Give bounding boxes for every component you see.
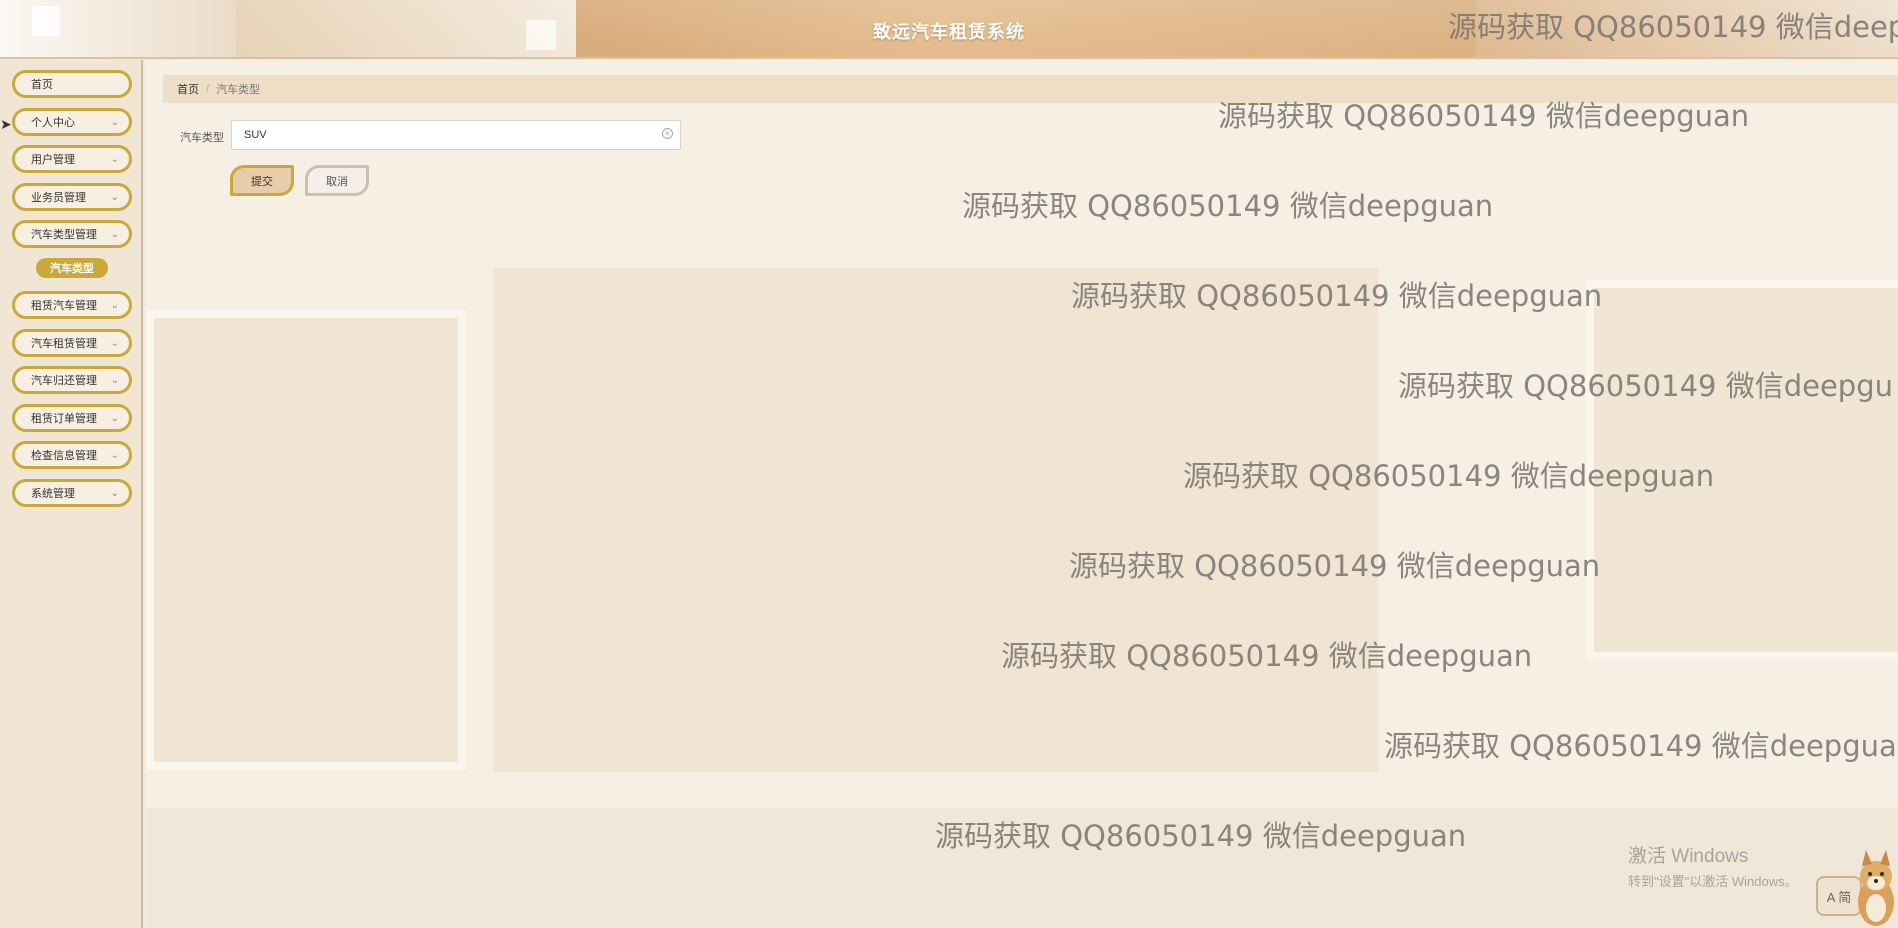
activation-title: 激活 Windows [1628, 846, 1749, 867]
breadcrumb-home[interactable]: 首页 [177, 81, 199, 97]
watermark-text: 源码获取 QQ86050149 微信deep [1448, 10, 1898, 44]
watermark-text: 源码获取 QQ86050149 微信deepgu [1398, 369, 1893, 403]
sidebar-subitem-car-type[interactable]: 汽车类型 [36, 258, 108, 278]
car-type-field-label: 汽车类型 [180, 132, 224, 144]
sidebar-item-label: 租赁汽车管理 [31, 300, 97, 312]
sidebar-item-label: 汽车类型管理 [31, 229, 97, 241]
submit-button[interactable]: 提交 [230, 165, 294, 196]
chevron-down-icon: ⌄ [110, 154, 119, 165]
watermark-text: 源码获取 QQ86050149 微信deepguan [1071, 279, 1603, 313]
watermark-text: 源码获取 QQ86050149 微信deepguan [935, 819, 1467, 853]
watermark-text: 源码获取 QQ86050149 微信deepguan [1218, 99, 1750, 133]
sidebar-item-label: 检查信息管理 [31, 450, 97, 462]
chevron-down-icon: ⌄ [110, 375, 119, 386]
car-type-input[interactable]: SUV × [231, 120, 681, 150]
sidebar-item-car-type-management[interactable]: 汽车类型管理 ⌄ [12, 220, 132, 248]
chevron-down-icon: ⌄ [110, 488, 119, 499]
sidebar-item-car-rental-management[interactable]: 汽车租赁管理 ⌄ [12, 329, 132, 357]
sidebar-item-label: 个人中心 [31, 117, 75, 129]
watermark-text: 源码获取 QQ86050149 微信deepguan [1183, 459, 1715, 493]
chevron-down-icon: ⌄ [110, 413, 119, 424]
sidebar-item-salespeople[interactable]: 业务员管理 ⌄ [12, 183, 132, 211]
mouse-cursor-icon: ➤ [0, 116, 12, 132]
breadcrumb-current: 汽车类型 [216, 84, 261, 96]
background-decoration [486, 260, 1386, 780]
sidebar-item-home[interactable]: 首页 [12, 70, 132, 98]
sidebar-item-label: 用户管理 [31, 154, 75, 166]
chevron-down-icon: ⌄ [110, 192, 119, 203]
sidebar-item-inspection-management[interactable]: 检查信息管理 ⌄ [12, 441, 132, 469]
sidebar-item-rental-order-management[interactable]: 租赁订单管理 ⌄ [12, 404, 132, 432]
watermark-text: 源码获取 QQ86050149 微信deepguan [962, 189, 1494, 223]
windows-activation-notice: 激活 Windows 转到"设置"以激活 Windows。 [1628, 841, 1798, 890]
sidebar-item-label: 业务员管理 [31, 192, 86, 204]
sidebar-item-system-management[interactable]: 系统管理 ⌄ [12, 479, 132, 507]
sidebar-item-label: 汽车租赁管理 [31, 338, 97, 350]
sidebar-item-label: 系统管理 [31, 488, 75, 500]
watermark-text: 源码获取 QQ86050149 微信deepguan [1069, 549, 1601, 583]
dog-mascot-icon [1858, 850, 1894, 926]
car-type-input-value: SUV [244, 129, 267, 141]
sidebar: 首页 个人中心 ⌄ 用户管理 ⌄ 业务员管理 ⌄ 汽车类型管理 ⌄ 汽车类型 租… [0, 60, 143, 928]
breadcrumb-separator: / [206, 83, 210, 95]
sidebar-item-profile[interactable]: 个人中心 ⌄ [12, 108, 132, 136]
sidebar-item-users[interactable]: 用户管理 ⌄ [12, 145, 132, 173]
watermark-text: 源码获取 QQ86050149 微信deepgua [1384, 729, 1897, 763]
watermark-text: 源码获取 QQ86050149 微信deepguan [1001, 639, 1533, 673]
chevron-down-icon: ⌄ [110, 450, 119, 461]
activation-subtitle: 转到"设置"以激活 Windows。 [1628, 874, 1798, 889]
sidebar-item-label: 汽车归还管理 [31, 375, 97, 387]
cancel-button[interactable]: 取消 [305, 165, 369, 196]
background-decoration [146, 310, 466, 770]
chevron-down-icon: ⌄ [110, 300, 119, 311]
chevron-down-icon: ⌄ [110, 117, 119, 128]
chevron-down-icon: ⌄ [110, 229, 119, 240]
sidebar-item-label: 租赁订单管理 [31, 413, 97, 425]
clear-icon[interactable]: × [662, 128, 673, 139]
ime-mascot-widget[interactable]: A 简 [1814, 850, 1898, 928]
sidebar-item-rental-car-management[interactable]: 租赁汽车管理 ⌄ [12, 291, 132, 319]
sidebar-item-car-return-management[interactable]: 汽车归还管理 ⌄ [12, 366, 132, 394]
sidebar-item-label: 首页 [31, 79, 53, 91]
chevron-down-icon: ⌄ [110, 338, 119, 349]
